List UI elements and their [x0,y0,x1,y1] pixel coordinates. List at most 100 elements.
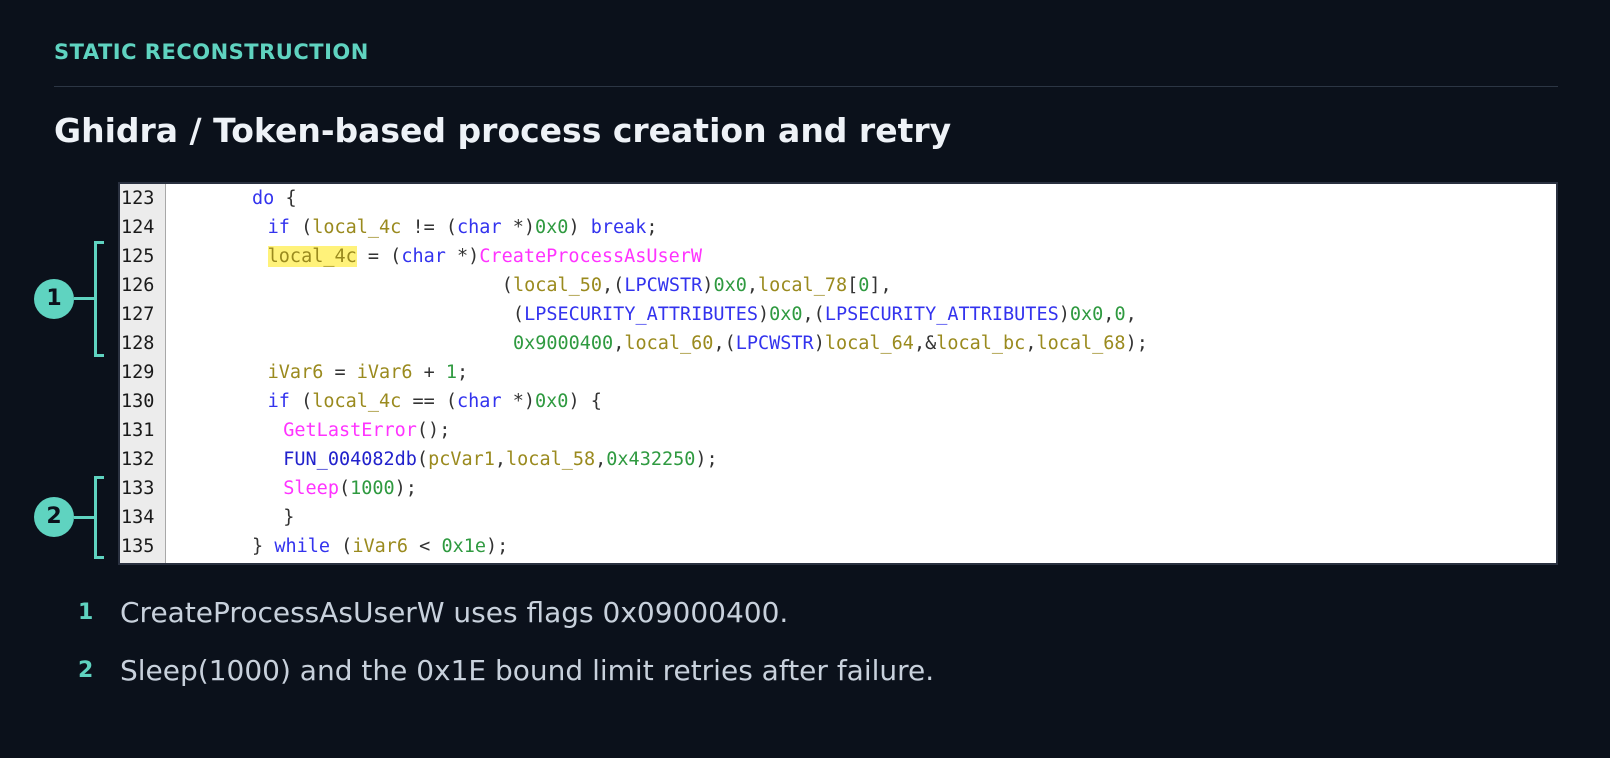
code-token: ,( [602,275,625,296]
eyebrow-label: STATIC RECONSTRUCTION [54,40,369,64]
code-line: 124 if (local_4c != (char *)0x0) break; [120,213,1556,242]
page-title: Ghidra / Token-based process creation an… [54,111,952,150]
line-number: 131 [121,420,155,441]
code-token: char [457,391,502,412]
line-number: 130 [121,391,155,412]
code-token: < [408,536,442,557]
code-text: iVar6 = iVar6 + 1; [268,358,469,387]
code-token: ) [757,304,770,325]
code-token: ( [289,391,313,412]
code-text: Sleep(1000); [283,474,417,503]
code-token: while [274,536,331,557]
note-text: Sleep(1000) and the 0x1E bound limit ret… [120,654,935,687]
code-token: Sleep [283,478,339,499]
code-text: if (local_4c != (char *)0x0) break; [268,213,658,242]
code-line: 130 if (local_4c == (char *)0x0) { [120,387,1556,416]
code-token: , [1125,304,1137,325]
code-token: local_78 [758,275,848,296]
code-text: GetLastError(); [283,416,450,445]
code-token: 0 [858,275,870,296]
note-number: 2 [78,658,94,683]
code-token: ) [1058,304,1070,325]
code-line: 132 FUN_004082db(pcVar1,local_58,0x432250… [120,445,1556,474]
code-token: ); [1125,333,1148,354]
code-line: 133 Sleep(1000); [120,474,1556,503]
code-token: LPCWSTR [624,275,703,296]
code-token: 0x0 [535,391,569,412]
code-token: ); [695,449,718,470]
code-token: ); [394,478,417,499]
code-token: local_4c [312,391,402,412]
code-text: 0x9000400,local_60,(LPCWSTR)local_64,&lo… [502,329,1148,358]
code-line: 126 (local_50,(LPCWSTR)0x0,local_78[0], [120,271,1556,300]
decompiler-code-panel: 123 do {124 if (local_4c != (char *)0x0) b… [118,182,1558,565]
code-token: ) [813,333,825,354]
code-token: 0x432250 [606,449,696,470]
code-token: == ( [401,391,458,412]
code-token: local_64 [824,333,914,354]
code-token: local_68 [1036,333,1126,354]
code-token: , [494,449,507,470]
code-token: 1000 [350,478,395,499]
code-token: ) [568,217,591,238]
code-token: *) [501,217,536,238]
code-token: local_4c [267,246,357,267]
code-token: } [252,536,275,557]
code-line: 131 GetLastError(); [120,416,1556,445]
callout-badge-2: 2 [34,497,74,537]
code-token: 0x0 [1069,304,1104,325]
code-line: 129 iVar6 = iVar6 + 1; [120,358,1556,387]
code-line: 135} while (iVar6 < 0x1e); [120,532,1556,561]
code-token: ( [338,478,351,499]
code-token: char [401,246,446,267]
code-token: ( [501,275,513,296]
code-token: do [252,188,275,209]
code-token: 0x0 [535,217,569,238]
line-number: 134 [121,507,155,528]
code-token: if [267,217,290,238]
code-text: (local_50,(LPCWSTR)0x0,local_78[0], [502,271,892,300]
code-token: LPCWSTR [735,333,814,354]
code-token: iVar6 [267,362,324,383]
line-number: 132 [121,449,155,470]
code-token: [ [847,275,859,296]
code-token: LPSECURITY_ATTRIBUTES [524,304,758,325]
line-number: 124 [121,217,155,238]
code-line: 127 (LPSECURITY_ATTRIBUTES)0x0,(LPSECURI… [120,300,1556,329]
code-token: ,( [713,333,736,354]
line-number: 125 [121,246,155,267]
code-token: local_50 [512,275,603,296]
code-token: pcVar1 [428,449,495,470]
code-token: ; [646,217,658,238]
callout-badge-1: 1 [34,279,74,319]
line-number: 128 [121,333,155,354]
code-token: ) { [568,391,602,412]
code-token: ( [330,536,353,557]
code-token: 0x0 [713,275,747,296]
code-token: iVar6 [352,536,409,557]
code-token: *) [445,246,480,267]
code-text: } [283,503,294,532]
code-token: local_58 [506,449,596,470]
code-text: local_4c = (char *)CreateProcessAsUserW [267,242,702,271]
code-text: FUN_004082db(pcVar1,local_58,0x432250); [283,445,717,474]
code-token: if [267,391,290,412]
code-token: ; [457,362,469,383]
note-number: 1 [78,600,94,625]
callout-connector-2 [74,516,94,519]
header-divider [54,86,1558,87]
code-text: (LPSECURITY_ATTRIBUTES)0x0,(LPSECURITY_A… [502,300,1137,329]
code-token: 0x9000400 [512,333,614,354]
code-token: ,& [913,333,937,354]
code-token: LPSECURITY_ATTRIBUTES [824,304,1059,325]
code-line: 134} [120,503,1556,532]
code-token: + [412,362,446,383]
code-token: 0x0 [769,304,803,325]
code-token: 0x1e [441,536,486,557]
line-number: 133 [121,478,155,499]
code-token: , [746,275,758,296]
line-number: 126 [121,275,155,296]
code-token: ], [869,275,892,296]
code-token: ,( [802,304,825,325]
code-token: , [613,333,625,354]
